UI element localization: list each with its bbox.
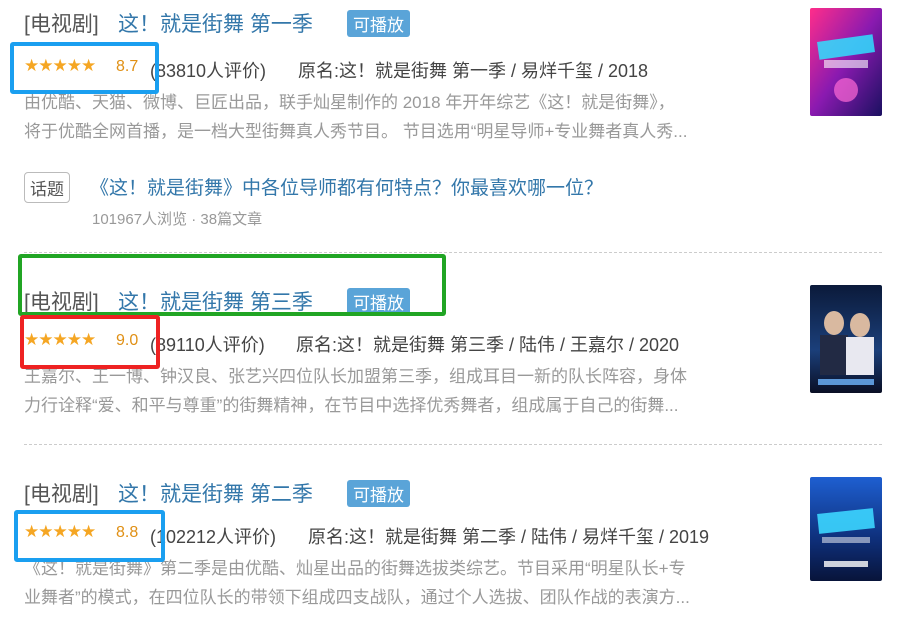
divider <box>24 252 882 253</box>
highlight-box-blue <box>14 510 165 562</box>
poster-image[interactable] <box>810 477 882 581</box>
poster-image[interactable] <box>810 8 882 116</box>
topic-link[interactable]: 《这！就是街舞》中各位导师都有何特点？你最喜欢哪一位？ <box>90 173 603 200</box>
playable-badge[interactable]: 可播放 <box>347 10 410 37</box>
original-info: 原名:这！就是街舞 第三季 / 陆伟 / 王嘉尔 / 2020 <box>296 335 680 355</box>
poster-image[interactable] <box>810 285 882 393</box>
topic-stats: 101967人浏览 · 38篇文章 <box>92 211 263 228</box>
result-title-link[interactable]: 这！就是街舞 第二季 <box>118 478 313 508</box>
description-line: 业舞者”的模式，在四位队长的带领下组成四支战队，通过个人选拔、团队作战的表演方.… <box>24 588 690 607</box>
highlight-box-green <box>18 254 446 316</box>
original-info: 原名:这！就是街舞 第一季 / 易烊千玺 / 2018 <box>298 61 649 81</box>
result-title-link[interactable]: 这！就是街舞 第一季 <box>118 8 313 38</box>
highlight-box-red <box>20 315 160 369</box>
highlight-box-blue <box>10 42 159 94</box>
divider <box>24 444 882 445</box>
category-label: [电视剧] <box>24 483 99 506</box>
category-label: [电视剧] <box>24 13 99 36</box>
result-description: 由优酷、天猫、微博、巨匠出品，联手灿星制作的 2018 年开年综艺《这！就是街舞… <box>24 88 794 146</box>
result-description: 《这！就是街舞》第二季是由优酷、灿星出品的街舞选拔类综艺。节目采用“明星队长+专… <box>24 554 794 612</box>
description-line: 将于优酷全网首播，是一档大型街舞真人秀节目。 节目选用“明星导师+专业舞者真人秀… <box>24 122 688 141</box>
votes-count: (102212人评价) <box>150 527 277 547</box>
votes-count: (89110人评价) <box>150 335 265 355</box>
votes-count: (83810人评价) <box>150 61 267 81</box>
original-info: 原名:这！就是街舞 第二季 / 陆伟 / 易烊千玺 / 2019 <box>308 527 710 547</box>
topic-tag: 话题 <box>24 172 70 203</box>
description-line: 力行诠释“爱、和平与尊重”的街舞精神，在节目中选择优秀舞者，组成属于自己的街舞.… <box>24 396 679 415</box>
playable-badge[interactable]: 可播放 <box>347 480 410 507</box>
result-description: 王嘉尔、王一博、钟汉良、张艺兴四位队长加盟第三季，组成耳目一新的队长阵容，身体 … <box>24 362 794 420</box>
